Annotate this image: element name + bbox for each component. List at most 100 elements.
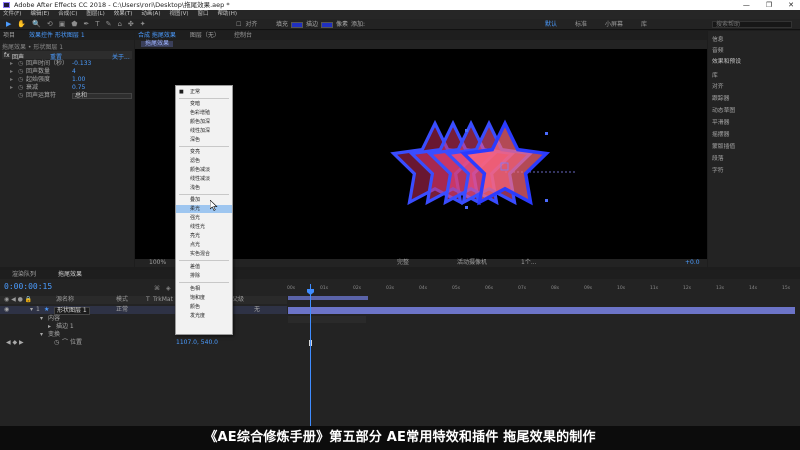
column-trkmat[interactable]: TrkMat <box>153 296 173 304</box>
param-value[interactable]: 0.75 <box>72 84 85 92</box>
snap-toggle[interactable]: ☐ 对齐 <box>236 21 257 28</box>
brush-tool-icon[interactable]: ✎ <box>106 21 112 28</box>
param-decay[interactable]: ▸ ◷ 衰减 0.75 <box>10 84 132 92</box>
menu-item-lighten[interactable]: 变亮 <box>176 148 232 156</box>
panel-wiggler[interactable]: 摇摆器 <box>712 129 729 138</box>
rectangle-tool-icon[interactable]: ▣ <box>59 21 66 28</box>
menu-layer[interactable]: 图层(L) <box>86 10 104 19</box>
panel-align[interactable]: 对齐 <box>712 81 724 90</box>
layer-name-field[interactable]: 形状图层 1 <box>54 307 90 315</box>
panel-info[interactable]: 信息 <box>712 34 724 43</box>
expand-arrow-icon[interactable]: ▾ <box>30 306 33 314</box>
tab-effect-controls[interactable]: 效果控件 形状图层 1 <box>29 31 85 40</box>
stamp-tool-icon[interactable]: ⌂ <box>117 21 121 28</box>
column-mode[interactable]: 模式 <box>116 296 128 304</box>
menu-item-luminosity[interactable]: 发光度 <box>176 312 232 320</box>
expand-arrow-icon[interactable]: ▸ <box>10 76 13 84</box>
param-echo-count[interactable]: ▸ ◷ 回声数量 4 <box>10 68 132 76</box>
menu-file[interactable]: 文件(F) <box>3 10 21 19</box>
menu-item-multiply[interactable]: 色彩增殖 <box>176 109 232 117</box>
menu-item-saturation[interactable]: 饱和度 <box>176 294 232 302</box>
views-dropdown[interactable]: 1个... <box>521 259 537 267</box>
zoom-level[interactable]: 100% <box>149 259 166 267</box>
workspace-default[interactable]: 默认 <box>545 21 557 28</box>
menu-item-darker-color[interactable]: 深色 <box>176 136 232 144</box>
breadcrumb[interactable]: 拖尾效果 <box>141 41 174 47</box>
column-t[interactable]: T <box>146 296 150 304</box>
puppet-tool-icon[interactable]: ✦ <box>140 21 146 28</box>
menu-item-linear-dodge[interactable]: 线性减淡 <box>176 175 232 183</box>
menu-view[interactable]: 视图(V) <box>169 10 188 19</box>
menu-item-hard-light[interactable]: 强光 <box>176 214 232 222</box>
stopwatch-icon[interactable]: ◷ <box>18 68 23 76</box>
param-value[interactable]: 1.00 <box>72 76 85 84</box>
exposure-value[interactable]: +0.0 <box>685 259 700 267</box>
stopwatch-icon[interactable]: ◷ <box>18 84 23 92</box>
camera-dropdown[interactable]: 活动摄像机 <box>457 259 487 267</box>
panel-mask-interpolation[interactable]: 蒙版插值 <box>712 141 735 150</box>
pen-tool-icon[interactable]: ✒ <box>83 21 89 28</box>
menu-item-color-dodge[interactable]: 颜色减淡 <box>176 166 232 174</box>
stopwatch-icon[interactable]: ◷ <box>18 92 23 100</box>
tab-composition[interactable]: 合成 拖尾效果 <box>138 31 176 40</box>
echo-operator-dropdown[interactable]: 总和 <box>72 93 132 99</box>
roto-tool-icon[interactable]: ✤ <box>128 21 134 28</box>
menu-item-lighter-color[interactable]: 浅色 <box>176 184 232 192</box>
selection-tool-icon[interactable]: ▶ <box>6 21 11 28</box>
expand-arrow-icon[interactable]: ▸ <box>10 60 13 68</box>
search-help-input[interactable]: 搜索帮助 <box>712 21 792 28</box>
expand-arrow-icon[interactable]: ▸ <box>10 68 13 76</box>
menu-item-pin-light[interactable]: 点光 <box>176 241 232 249</box>
maximize-button[interactable]: ❐ <box>766 0 772 10</box>
effect-header[interactable]: fx 回声 重置 关于... <box>2 51 132 61</box>
expand-arrow-icon[interactable]: ▾ <box>40 315 43 323</box>
tab-console[interactable]: 控制台 <box>234 31 252 40</box>
layer-contents-row[interactable]: ▾ 内容 <box>0 315 287 323</box>
expand-arrow-icon[interactable]: ▸ <box>10 84 13 92</box>
position-property-row[interactable]: ◀ ◆ ▶ ◷ ⌒ 位置 1107.0, 540.0 <box>0 339 287 347</box>
draft-3d-icon[interactable]: ◈ <box>166 285 171 292</box>
param-echo-operator[interactable]: ◷ 回声运算符 总和 <box>10 92 132 100</box>
comp-flowchart-icon[interactable]: ⌘ <box>154 285 160 292</box>
menu-item-color-burn[interactable]: 颜色加深 <box>176 118 232 126</box>
panel-motion-sketch[interactable]: 动态草图 <box>712 105 735 114</box>
tab-project[interactable]: 项目 <box>3 31 15 40</box>
param-echo-time[interactable]: ▸ ◷ 回声时间（秒） -0.133 <box>10 60 132 68</box>
stroke-group-row[interactable]: ▸ 描边 1 正常 <box>0 323 287 331</box>
panel-character[interactable]: 字符 <box>712 165 724 174</box>
panel-tracker[interactable]: 跟踪器 <box>712 93 729 102</box>
panel-paragraph[interactable]: 段落 <box>712 153 724 162</box>
bounding-handle[interactable] <box>545 199 548 202</box>
menu-item-hard-mix[interactable]: 实色混合 <box>176 250 232 258</box>
panel-library[interactable]: 库 <box>712 70 718 79</box>
menu-edit[interactable]: 编辑(E) <box>30 10 49 19</box>
menu-item-screen[interactable]: 滤色 <box>176 157 232 165</box>
bounding-handle[interactable] <box>545 132 548 135</box>
menu-item-difference[interactable]: 差值 <box>176 263 232 271</box>
text-tool-icon[interactable]: T <box>95 21 99 28</box>
tab-timeline-comp[interactable]: 拖尾效果 <box>58 270 82 279</box>
menu-item-normal[interactable]: ■ 正常 <box>176 88 232 96</box>
bounding-handle[interactable] <box>465 129 468 132</box>
param-start-intensity[interactable]: ▸ ◷ 起始强度 1.00 <box>10 76 132 84</box>
transform-row[interactable]: ▾ 变换 <box>0 331 287 339</box>
eye-icon[interactable]: ◉ <box>4 306 9 314</box>
stopwatch-icon[interactable]: ◷ <box>18 60 23 68</box>
column-parent[interactable]: 父级 <box>232 296 244 304</box>
zoom-tool-icon[interactable]: 🔍 <box>32 21 41 28</box>
resolution-dropdown[interactable]: 完整 <box>397 259 409 267</box>
current-timecode[interactable]: 0:00:00:15 <box>4 282 52 291</box>
hand-tool-icon[interactable]: ✋ <box>17 21 26 28</box>
menu-item-linear-light[interactable]: 线性光 <box>176 223 232 231</box>
menu-item-soft-light[interactable]: 柔光 <box>176 205 232 213</box>
workspace-library[interactable]: 库 <box>641 21 647 28</box>
menu-item-color[interactable]: 颜色 <box>176 303 232 311</box>
expand-arrow-icon[interactable]: ▾ <box>40 331 43 339</box>
menu-composition[interactable]: 合成(C) <box>58 10 77 19</box>
menu-item-vivid-light[interactable]: 亮光 <box>176 232 232 240</box>
expand-arrow-icon[interactable]: ▸ <box>48 323 51 331</box>
menu-item-darken[interactable]: 变暗 <box>176 100 232 108</box>
work-area-bar[interactable] <box>288 296 368 300</box>
minimize-button[interactable]: — <box>743 0 750 10</box>
layer-duration-bar[interactable] <box>288 307 795 314</box>
